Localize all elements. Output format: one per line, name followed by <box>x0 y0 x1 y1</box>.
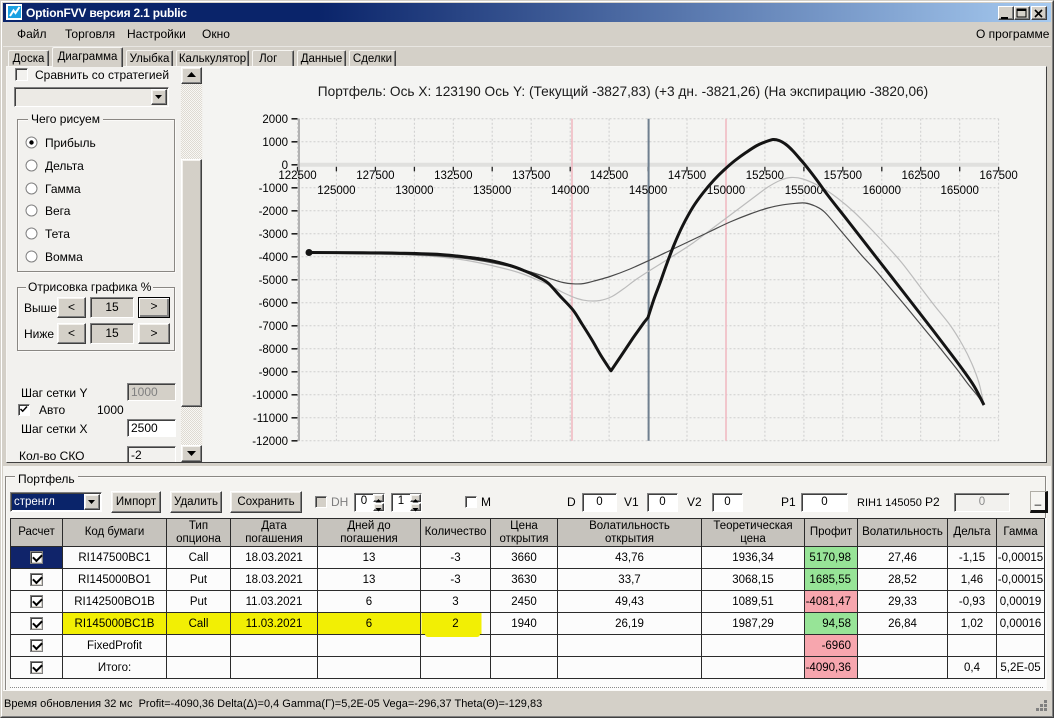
svg-text:2000: 2000 <box>262 114 288 126</box>
svg-text:165000: 165000 <box>941 185 979 197</box>
svg-text:Портфель: Ось X: 123190 Ось Y:: Портфель: Ось X: 123190 Ось Y: (Текущий … <box>318 84 928 99</box>
svg-text:125000: 125000 <box>317 185 355 197</box>
svg-text:-7000: -7000 <box>259 321 288 333</box>
svg-text:-3000: -3000 <box>259 229 288 241</box>
svg-text:127500: 127500 <box>356 170 394 182</box>
svg-text:-11000: -11000 <box>253 413 288 425</box>
svg-text:142500: 142500 <box>590 170 628 182</box>
svg-text:-8000: -8000 <box>259 344 288 356</box>
svg-text:140000: 140000 <box>551 185 589 197</box>
svg-text:-12000: -12000 <box>252 436 288 448</box>
svg-text:162500: 162500 <box>902 170 940 182</box>
svg-text:150000: 150000 <box>707 185 745 197</box>
svg-text:145000: 145000 <box>629 185 667 197</box>
svg-text:-10000: -10000 <box>252 390 288 402</box>
svg-text:-4000: -4000 <box>259 252 288 264</box>
svg-text:152500: 152500 <box>746 170 784 182</box>
svg-text:122500: 122500 <box>278 170 316 182</box>
svg-text:160000: 160000 <box>863 185 901 197</box>
svg-text:147500: 147500 <box>668 170 706 182</box>
svg-text:-1000: -1000 <box>259 183 288 195</box>
svg-text:-6000: -6000 <box>259 298 288 310</box>
svg-text:-5000: -5000 <box>259 275 288 287</box>
svg-text:-2000: -2000 <box>259 206 288 218</box>
svg-text:155000: 155000 <box>785 185 823 197</box>
svg-text:1000: 1000 <box>262 137 288 149</box>
svg-text:130000: 130000 <box>395 185 433 197</box>
svg-text:157500: 157500 <box>824 170 862 182</box>
svg-text:137500: 137500 <box>512 170 550 182</box>
svg-text:132500: 132500 <box>434 170 472 182</box>
svg-text:135000: 135000 <box>473 185 511 197</box>
svg-text:-9000: -9000 <box>259 367 288 379</box>
svg-text:167500: 167500 <box>979 170 1017 182</box>
